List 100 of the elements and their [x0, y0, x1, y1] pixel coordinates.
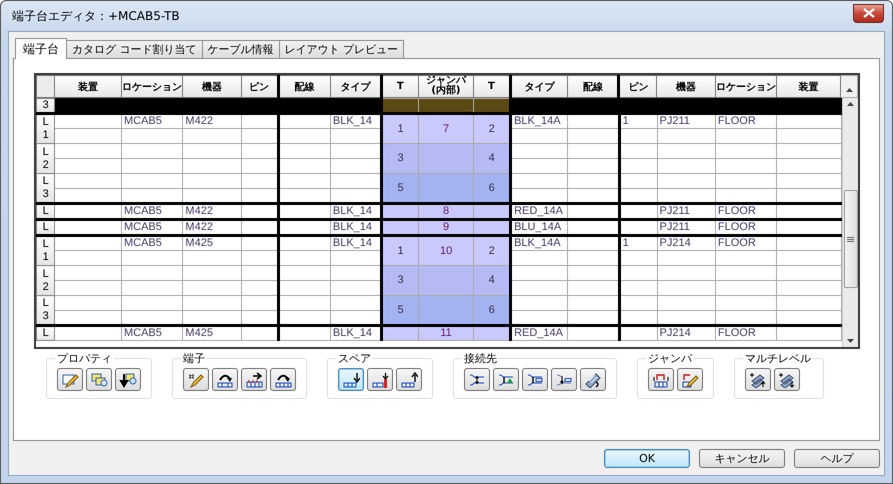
row-header[interactable]: L [36, 220, 55, 236]
terminal-cell[interactable]: 1 [382, 114, 418, 144]
table-cell: RED_14A [510, 204, 568, 220]
dialog-button[interactable]: キャンセル [699, 449, 785, 468]
table-cell: BLU_14A [510, 220, 568, 236]
toolbar-button[interactable] [774, 368, 800, 391]
table-cell: RED_14A [510, 326, 568, 340]
toolbar-button[interactable] [241, 368, 267, 391]
terminal-cell[interactable]: 4 [474, 144, 511, 174]
table-cell: FLOOR [715, 236, 777, 250]
toolbar-button[interactable] [464, 368, 490, 391]
terminal-cell[interactable]: 5 [382, 296, 418, 326]
row-header[interactable]: L 3 [36, 174, 55, 204]
terminal-cell[interactable]: 9 [418, 220, 474, 236]
row-header[interactable]: L 1 [36, 114, 55, 144]
scrollbar[interactable] [842, 98, 858, 347]
tab[interactable]: カタログ コード割り当て [66, 40, 202, 58]
column-header[interactable]: 装置 [54, 76, 122, 98]
terminal-cell[interactable]: 2 [474, 114, 511, 144]
row-header[interactable]: L 3 [36, 296, 55, 326]
column-header[interactable]: 機器 [182, 76, 242, 98]
column-header[interactable]: ロケーション [715, 76, 776, 98]
toolbar-button[interactable] [367, 368, 393, 391]
terminal-cell[interactable] [382, 204, 418, 220]
terminal-cell[interactable]: 10 [418, 236, 474, 266]
row-header[interactable]: L 2 [36, 144, 55, 174]
terminal-cell[interactable] [474, 326, 511, 340]
column-header[interactable]: 配線 [568, 76, 619, 98]
row-header[interactable]: L [36, 204, 55, 220]
group-label: スペア [337, 351, 372, 366]
connection-icon [526, 372, 544, 388]
terminal-cell[interactable] [382, 220, 418, 236]
terminal-cell[interactable]: 2 [474, 236, 511, 266]
stack-icon [778, 372, 796, 388]
window-title: 端子台エディタ：+MCAB5-TB [11, 8, 180, 24]
column-header[interactable]: 機器 [656, 76, 716, 98]
column-header[interactable]: 装置 [776, 76, 841, 98]
toolbar-button[interactable] [648, 368, 674, 391]
close-button[interactable] [853, 4, 884, 22]
row-header[interactable]: 3 [36, 98, 55, 114]
terminal-cell[interactable]: 8 [418, 204, 474, 220]
terminal-cell[interactable] [418, 98, 474, 114]
tab[interactable]: レイアウト プレビュー [278, 40, 404, 58]
arrow-icon [119, 372, 137, 388]
toolbar-button[interactable] [115, 368, 141, 391]
toolbar-button[interactable] [212, 368, 238, 391]
terminal-cell[interactable] [382, 326, 418, 340]
toolbar-button[interactable] [677, 368, 703, 391]
scroll-down-icon[interactable] [847, 339, 854, 343]
tab[interactable]: 端子台 [15, 38, 67, 59]
column-header[interactable]: T [474, 76, 510, 98]
column-header[interactable]: ピン [241, 76, 278, 98]
table-cell: PJ214 [657, 326, 716, 340]
column-header[interactable]: ジャンパ(内部) [418, 76, 474, 98]
toolbar-button[interactable] [270, 368, 296, 391]
toolbar-button[interactable] [493, 368, 519, 391]
terminal-cell[interactable] [418, 144, 474, 174]
column-header[interactable]: タイプ [330, 76, 382, 98]
windows-icon [90, 372, 108, 388]
toolbar-button[interactable] [580, 368, 606, 391]
page-pencil-icon [61, 372, 79, 388]
terminal-cell[interactable]: 7 [418, 114, 474, 144]
scroll-up-icon[interactable] [847, 102, 854, 106]
column-header[interactable]: ロケーション [121, 76, 183, 98]
toolbar-button[interactable] [338, 368, 364, 391]
jumper-icon [652, 372, 670, 388]
table-cell: M422 [182, 204, 242, 220]
scroll-up-icon[interactable] [846, 88, 853, 92]
table-cell: BLK_14A [510, 236, 568, 250]
column-header[interactable]: タイプ [510, 76, 568, 98]
terminal-cell[interactable]: 5 [382, 174, 418, 204]
terminal-cell[interactable]: 4 [474, 266, 511, 296]
terminal-cell[interactable]: 11 [418, 326, 474, 340]
column-header[interactable]: 配線 [278, 76, 330, 98]
toolbar-button[interactable] [522, 368, 548, 391]
table-cell: M422 [182, 114, 242, 128]
row-header[interactable]: L 1 [36, 236, 55, 266]
row-header[interactable]: L 2 [36, 266, 55, 296]
curved-arrow-icon [274, 372, 292, 388]
dialog-button[interactable]: ヘルプ [794, 449, 880, 468]
toolbar-button[interactable] [745, 368, 771, 391]
terminal-cell[interactable] [418, 296, 474, 326]
terminal-cell[interactable] [418, 174, 474, 204]
tab[interactable]: ケーブル情報 [202, 40, 280, 58]
toolbar-button[interactable] [57, 368, 83, 391]
row-header[interactable]: L [36, 326, 55, 340]
dialog-button[interactable]: OK [604, 449, 690, 468]
terminal-cell[interactable] [418, 266, 474, 296]
scroll-thumb[interactable] [844, 190, 858, 288]
terminal-cell[interactable] [382, 98, 418, 114]
group-label: ジャンパ [647, 351, 694, 366]
table-cell: FLOOR [715, 326, 777, 340]
terminal-cell[interactable]: 3 [382, 266, 418, 296]
toolbar-button[interactable] [551, 368, 577, 391]
toolbar-button[interactable] [396, 368, 422, 391]
table-cell: MCAB5 [121, 326, 183, 340]
column-header[interactable]: ピン [618, 76, 657, 98]
column-header[interactable]: T [381, 76, 418, 98]
terminal-cell[interactable]: 1 [382, 236, 418, 266]
terminal-cell[interactable]: 3 [382, 144, 418, 174]
